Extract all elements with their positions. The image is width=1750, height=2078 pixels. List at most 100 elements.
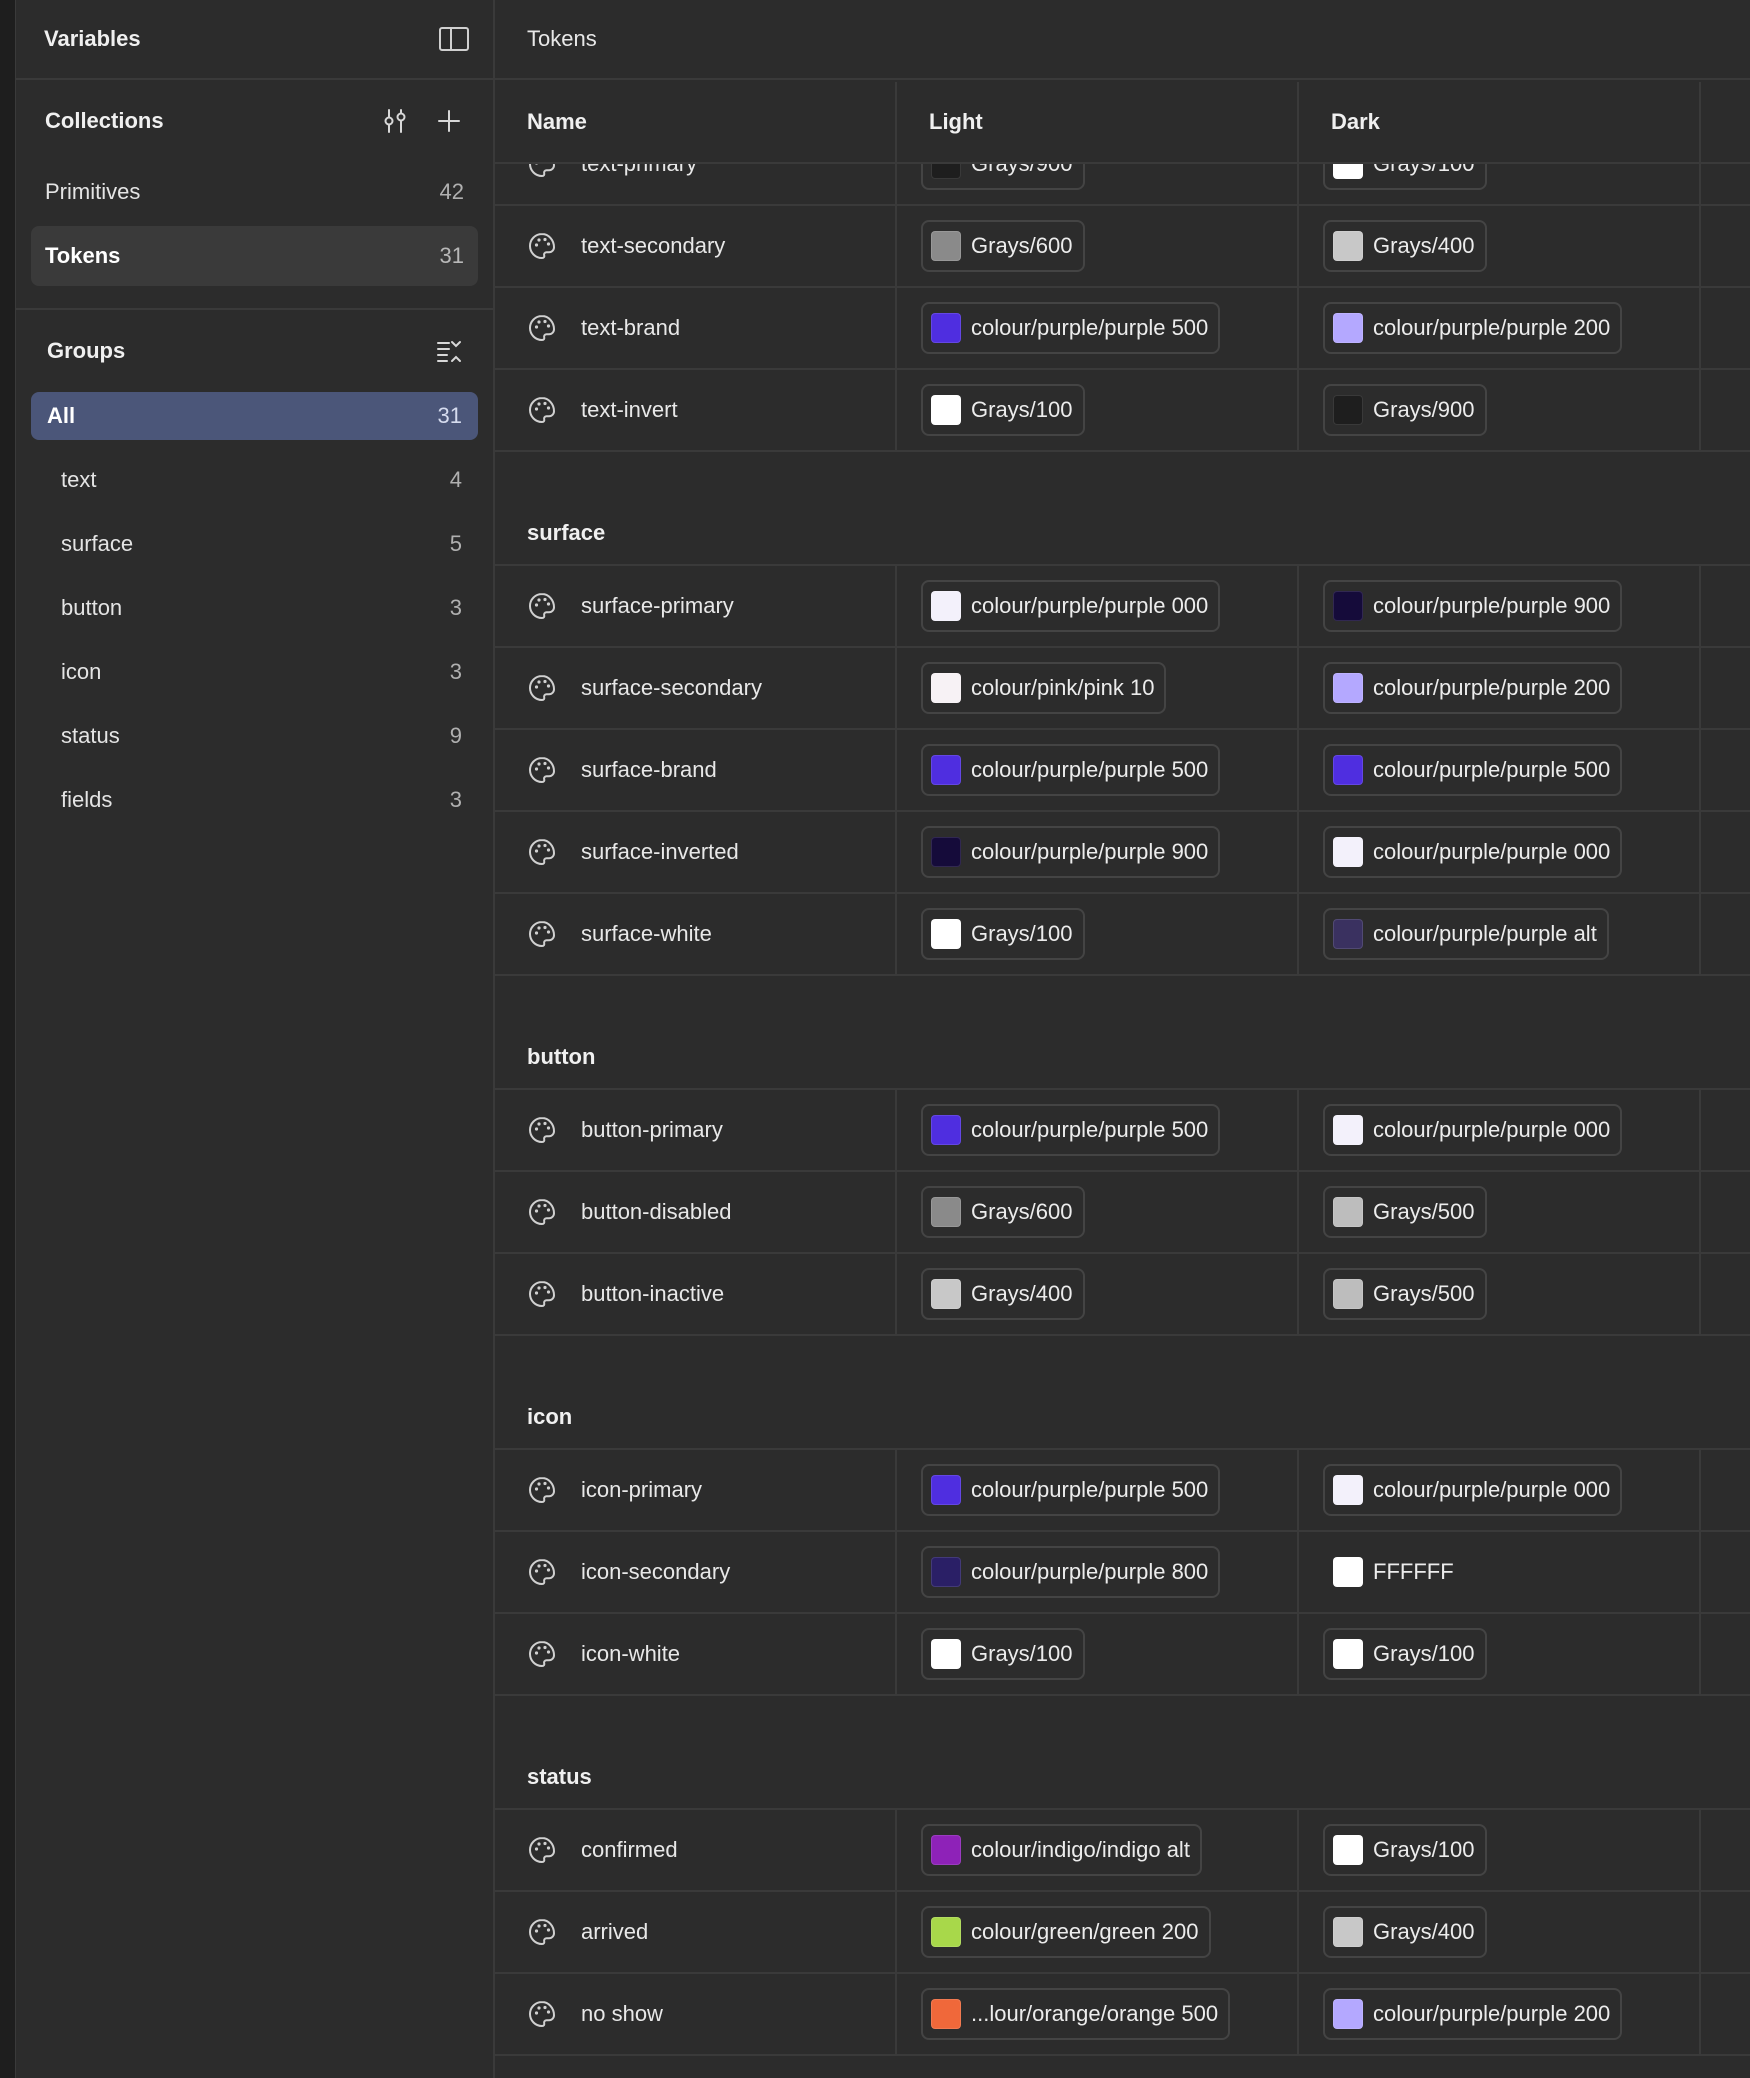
group-item-all[interactable]: All 31 xyxy=(31,392,478,440)
table-row[interactable]: button-primary colour/purple/purple 500 co… xyxy=(495,1090,1750,1172)
variable-name-cell[interactable]: surface-white xyxy=(495,894,897,974)
light-value-chip[interactable]: Grays/600 xyxy=(921,1186,1085,1238)
variable-name-cell[interactable]: surface-secondary xyxy=(495,648,897,728)
dark-value-chip[interactable]: colour/purple/purple 000 xyxy=(1323,826,1623,878)
dark-value-cell[interactable]: colour/purple/purple 200 xyxy=(1299,288,1701,368)
light-value-chip[interactable]: colour/purple/purple 800 xyxy=(921,1546,1221,1598)
dark-value-chip[interactable]: Grays/100 xyxy=(1323,1824,1487,1876)
light-value-chip[interactable]: colour/green/green 200 xyxy=(921,1906,1211,1958)
table-row[interactable]: icon-secondary colour/purple/purple 800 FF… xyxy=(495,1532,1750,1614)
column-header-dark[interactable]: Dark xyxy=(1299,82,1701,162)
variable-name-cell[interactable]: surface-brand xyxy=(495,730,897,810)
light-value-chip[interactable]: Grays/100 xyxy=(921,1628,1085,1680)
variable-name-cell[interactable]: icon-white xyxy=(495,1614,897,1694)
dark-value-cell[interactable]: colour/purple/purple 900 xyxy=(1299,566,1701,646)
dark-value-cell[interactable]: FFFFFF xyxy=(1299,1532,1701,1612)
dark-value-chip[interactable]: Grays/400 xyxy=(1323,1906,1487,1958)
table-row[interactable]: surface-white Grays/100 colour/purple/purp… xyxy=(495,894,1750,976)
dark-value-chip[interactable]: colour/purple/purple 900 xyxy=(1323,580,1623,632)
dark-value-chip[interactable]: Grays/900 xyxy=(1323,384,1487,436)
column-header-name[interactable]: Name xyxy=(495,82,897,162)
dark-value-chip[interactable]: colour/purple/purple 500 xyxy=(1323,744,1623,796)
variable-name-cell[interactable]: surface-inverted xyxy=(495,812,897,892)
dark-value-cell[interactable]: colour/purple/purple alt xyxy=(1299,894,1701,974)
light-value-cell[interactable]: colour/purple/purple 500 xyxy=(897,730,1299,810)
column-header-add[interactable] xyxy=(1701,82,1750,162)
collection-item-tokens[interactable]: Tokens 31 xyxy=(31,226,478,286)
light-value-chip[interactable]: colour/purple/purple 500 xyxy=(921,302,1221,354)
light-value-cell[interactable]: colour/green/green 200 xyxy=(897,1892,1299,1972)
dark-value-cell[interactable]: colour/purple/purple 000 xyxy=(1299,1450,1701,1530)
dark-value-cell[interactable]: colour/purple/purple 200 xyxy=(1299,648,1701,728)
dark-value-chip[interactable]: Grays/500 xyxy=(1323,1186,1487,1238)
light-value-cell[interactable]: colour/purple/purple 500 xyxy=(897,1090,1299,1170)
light-value-chip[interactable]: Grays/100 xyxy=(921,384,1085,436)
collection-item-primitives[interactable]: Primitives 42 xyxy=(31,162,478,222)
table-row[interactable]: surface-secondary colour/pink/pink 10 colo… xyxy=(495,648,1750,730)
adjust-collections-button[interactable] xyxy=(380,106,410,136)
variable-name-cell[interactable]: button-primary xyxy=(495,1090,897,1170)
dark-value-chip[interactable]: Grays/400 xyxy=(1323,220,1487,272)
variable-name-cell[interactable]: text-brand xyxy=(495,288,897,368)
light-value-chip[interactable]: Grays/600 xyxy=(921,220,1085,272)
variable-name-cell[interactable]: confirmed xyxy=(495,1810,897,1890)
toggle-sidebar-button[interactable] xyxy=(439,24,469,54)
light-value-chip[interactable]: colour/pink/pink 10 xyxy=(921,662,1167,714)
table-row[interactable]: surface-primary colour/purple/purple 000 c… xyxy=(495,566,1750,648)
light-value-chip[interactable]: colour/purple/purple 500 xyxy=(921,1464,1221,1516)
group-item-fields[interactable]: fields 3 xyxy=(31,776,478,824)
light-value-cell[interactable]: colour/pink/pink 10 xyxy=(897,648,1299,728)
light-value-cell[interactable]: colour/indigo/indigo alt xyxy=(897,1810,1299,1890)
variable-name-cell[interactable]: text-invert xyxy=(495,370,897,450)
table-row[interactable]: confirmed colour/indigo/indigo alt Grays/1… xyxy=(495,1810,1750,1892)
dark-value-cell[interactable]: Grays/100 xyxy=(1299,1614,1701,1694)
light-value-cell[interactable]: colour/purple/purple 900 xyxy=(897,812,1299,892)
dark-value-cell[interactable]: colour/purple/purple 500 xyxy=(1299,730,1701,810)
light-value-chip[interactable]: Grays/100 xyxy=(921,908,1085,960)
group-item-status[interactable]: status 9 xyxy=(31,712,478,760)
light-value-cell[interactable]: Grays/100 xyxy=(897,370,1299,450)
light-value-cell[interactable]: colour/purple/purple 800 xyxy=(897,1532,1299,1612)
dark-value-chip[interactable]: colour/purple/purple 200 xyxy=(1323,662,1623,714)
dark-value-chip[interactable]: FFFFFF xyxy=(1323,1546,1466,1598)
table-row[interactable]: no show ...lour/orange/orange 500 colour/p… xyxy=(495,1974,1750,2056)
table-row[interactable]: button-inactive Grays/400 Grays/500 xyxy=(495,1254,1750,1336)
table-row[interactable]: text-brand colour/purple/purple 500 colour… xyxy=(495,288,1750,370)
table-row[interactable]: surface-inverted colour/purple/purple 900… xyxy=(495,812,1750,894)
table-row[interactable]: text-secondary Grays/600 Grays/400 xyxy=(495,206,1750,288)
dark-value-cell[interactable]: colour/purple/purple 000 xyxy=(1299,812,1701,892)
table-row[interactable]: icon-primary colour/purple/purple 500 colo… xyxy=(495,1450,1750,1532)
variable-name-cell[interactable]: no show xyxy=(495,1974,897,2054)
column-header-light[interactable]: Light xyxy=(897,82,1299,162)
variable-name-cell[interactable]: surface-primary xyxy=(495,566,897,646)
dark-value-chip[interactable]: colour/purple/purple alt xyxy=(1323,908,1609,960)
group-item-button[interactable]: button 3 xyxy=(31,584,478,632)
light-value-cell[interactable]: Grays/600 xyxy=(897,206,1299,286)
light-value-cell[interactable]: Grays/100 xyxy=(897,1614,1299,1694)
table-row[interactable]: arrived colour/green/green 200 Grays/400 xyxy=(495,1892,1750,1974)
dark-value-chip[interactable]: colour/purple/purple 200 xyxy=(1323,302,1623,354)
table-row[interactable]: surface-brand colour/purple/purple 500 col… xyxy=(495,730,1750,812)
table-row[interactable]: text-invert Grays/100 Grays/900 xyxy=(495,370,1750,452)
group-item-text[interactable]: text 4 xyxy=(31,456,478,504)
light-value-chip[interactable]: Grays/400 xyxy=(921,1268,1085,1320)
light-value-chip[interactable]: colour/purple/purple 500 xyxy=(921,744,1221,796)
dark-value-chip[interactable]: Grays/100 xyxy=(1323,1628,1487,1680)
light-value-cell[interactable]: colour/purple/purple 000 xyxy=(897,566,1299,646)
dark-value-cell[interactable]: Grays/500 xyxy=(1299,1254,1701,1334)
variable-name-cell[interactable]: text-secondary xyxy=(495,206,897,286)
dark-value-cell[interactable]: Grays/400 xyxy=(1299,1892,1701,1972)
variable-name-cell[interactable]: icon-secondary xyxy=(495,1532,897,1612)
dark-value-cell[interactable]: Grays/100 xyxy=(1299,1810,1701,1890)
light-value-chip[interactable]: colour/purple/purple 500 xyxy=(921,1104,1221,1156)
light-value-cell[interactable]: ...lour/orange/orange 500 xyxy=(897,1974,1299,2054)
dark-value-cell[interactable]: Grays/500 xyxy=(1299,1172,1701,1252)
light-value-cell[interactable]: colour/purple/purple 500 xyxy=(897,1450,1299,1530)
light-value-cell[interactable]: Grays/100 xyxy=(897,894,1299,974)
light-value-chip[interactable]: ...lour/orange/orange 500 xyxy=(921,1988,1231,2040)
light-value-cell[interactable]: Grays/400 xyxy=(897,1254,1299,1334)
variable-name-cell[interactable]: arrived xyxy=(495,1892,897,1972)
variable-name-cell[interactable]: button-inactive xyxy=(495,1254,897,1334)
dark-value-chip[interactable]: colour/purple/purple 200 xyxy=(1323,1988,1623,2040)
light-value-chip[interactable]: colour/purple/purple 000 xyxy=(921,580,1221,632)
